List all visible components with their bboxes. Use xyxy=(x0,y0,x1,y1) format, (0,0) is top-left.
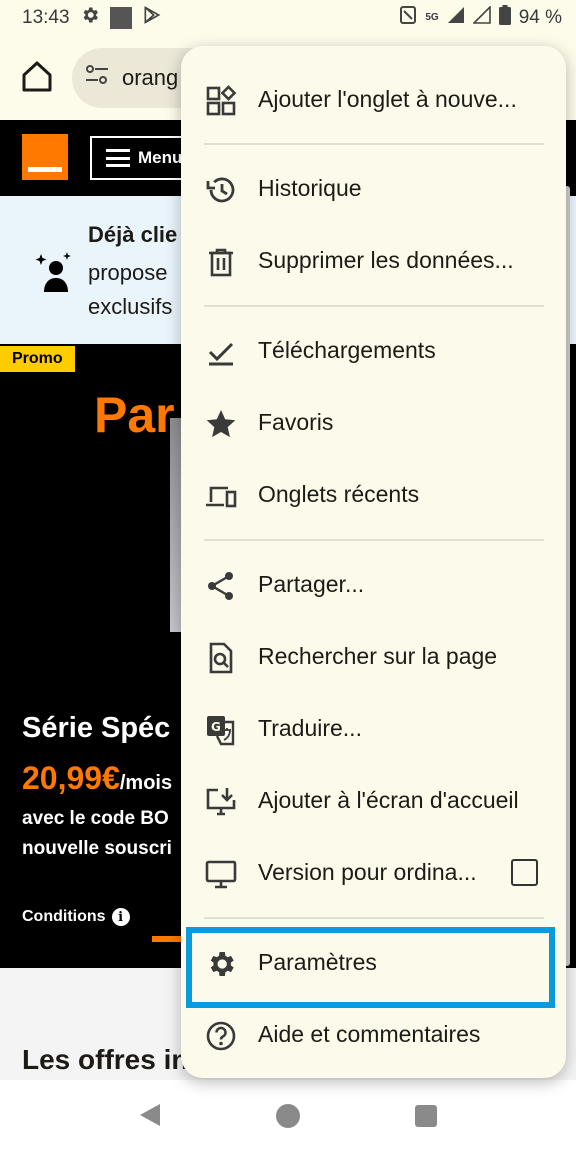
hamburger-icon xyxy=(106,149,130,167)
promo-price-line: 20,99€/mois xyxy=(22,760,172,797)
promo-subtitle: Série Spéc xyxy=(22,712,171,744)
menu-item-downloads[interactable]: Téléchargements xyxy=(181,314,566,386)
status-time: 13:43 xyxy=(22,7,70,28)
menu-item-label: Onglets récents xyxy=(258,481,420,507)
menu-item-label: Favoris xyxy=(258,409,334,435)
desktop-icon xyxy=(205,858,237,890)
promo-badge: Promo xyxy=(0,346,75,372)
conditions-label: Conditions xyxy=(22,908,106,925)
promo-period: /mois xyxy=(119,772,173,794)
download-check-icon xyxy=(205,336,237,368)
menu-item-history[interactable]: Historique xyxy=(181,152,566,224)
banner-text: propose exclusifs xyxy=(88,256,172,324)
conditions-link[interactable]: Conditions i xyxy=(22,908,130,926)
customer-sparkle-icon xyxy=(34,250,74,294)
orange-logo[interactable] xyxy=(22,134,68,180)
menu-item-label: Ajouter à l'écran d'accueil xyxy=(258,787,519,813)
menu-item-label: Historique xyxy=(258,175,362,201)
signal-icon xyxy=(471,5,491,30)
battery-level: 94 % xyxy=(518,7,562,28)
share-icon xyxy=(205,570,237,602)
home-button[interactable] xyxy=(18,58,56,96)
menu-item-help[interactable]: Aide et commentaires xyxy=(181,998,566,1070)
page-info-icon[interactable] xyxy=(84,62,110,94)
signal-icon xyxy=(447,6,465,30)
menu-item-translate[interactable]: G Traduire... xyxy=(181,692,566,764)
history-icon xyxy=(205,174,237,206)
status-bar: 13:43 5G 94 % xyxy=(0,0,576,36)
menu-item-share[interactable]: Partager... xyxy=(181,548,566,620)
battery-icon xyxy=(498,5,511,31)
menu-item-label: Aide et commentaires xyxy=(258,1021,481,1047)
translate-icon: G xyxy=(205,714,237,746)
menu-item-add-to-home-screen[interactable]: Ajouter à l'écran d'accueil xyxy=(181,764,566,836)
menu-item-label: Traduire... xyxy=(258,715,362,741)
menu-item-label: Téléchargements xyxy=(258,337,436,363)
promo-code-line: nouvelle souscri xyxy=(22,838,172,859)
desktop-site-checkbox[interactable] xyxy=(511,859,538,886)
promo-code-line: avec le code BO xyxy=(22,808,169,829)
back-button[interactable] xyxy=(140,1104,160,1126)
carousel-indicator[interactable] xyxy=(152,936,184,942)
play-store-icon xyxy=(142,5,162,31)
info-icon: i xyxy=(111,908,130,926)
star-icon xyxy=(205,408,237,440)
settings-highlight xyxy=(186,927,555,1008)
gear-icon xyxy=(80,5,100,31)
menu-divider xyxy=(204,917,544,919)
system-nav-bar xyxy=(0,1080,576,1152)
help-icon xyxy=(205,1020,237,1052)
promo-title: Par xyxy=(94,387,175,443)
site-menu-label: Menu xyxy=(138,148,183,167)
menu-item-bookmarks[interactable]: Favoris xyxy=(181,386,566,458)
menu-item-label: Rechercher sur la page xyxy=(258,643,498,669)
chrome-overflow-menu: Ajouter l'onglet à nouve... Historique S… xyxy=(181,46,566,1078)
banner-line: exclusifs xyxy=(88,294,173,319)
recents-button[interactable] xyxy=(415,1105,437,1127)
promo-code-text: avec le code BO nouvelle souscri xyxy=(22,804,172,864)
menu-item-label: Supprimer les données... xyxy=(258,247,514,273)
orange-app-icon xyxy=(109,7,132,29)
offers-title: Les offres in xyxy=(22,1044,189,1075)
menu-item-label: Partager... xyxy=(258,571,365,597)
network-type: 5G xyxy=(425,12,439,23)
banner-title: Déjà clie xyxy=(88,222,178,247)
find-in-page-icon xyxy=(205,642,237,674)
home-icon xyxy=(18,61,56,100)
menu-item-label: Ajouter l'onglet à nouve... xyxy=(258,86,517,112)
svg-text:G: G xyxy=(211,720,221,734)
menu-divider xyxy=(204,143,544,145)
menu-item-label: Version pour ordina... xyxy=(258,859,477,885)
menu-item-desktop-site[interactable]: Version pour ordina... xyxy=(181,836,566,908)
menu-item-clear-data[interactable]: Supprimer les données... xyxy=(181,224,566,296)
menu-item-add-tab-to-group[interactable]: Ajouter l'onglet à nouve... xyxy=(181,63,566,135)
add-tab-group-icon xyxy=(205,85,237,117)
devices-icon xyxy=(205,480,237,512)
menu-item-recent-tabs[interactable]: Onglets récents xyxy=(181,458,566,530)
add-to-home-icon xyxy=(205,786,237,818)
menu-divider xyxy=(204,305,544,307)
banner-line: propose xyxy=(88,260,168,285)
home-nav-button[interactable] xyxy=(276,1104,300,1128)
menu-item-find-in-page[interactable]: Rechercher sur la page xyxy=(181,620,566,692)
menu-divider xyxy=(204,539,544,541)
nfc-icon xyxy=(399,5,417,31)
url-text: orang xyxy=(122,65,179,90)
promo-price: 20,99€ xyxy=(22,760,120,796)
trash-icon xyxy=(205,246,237,278)
